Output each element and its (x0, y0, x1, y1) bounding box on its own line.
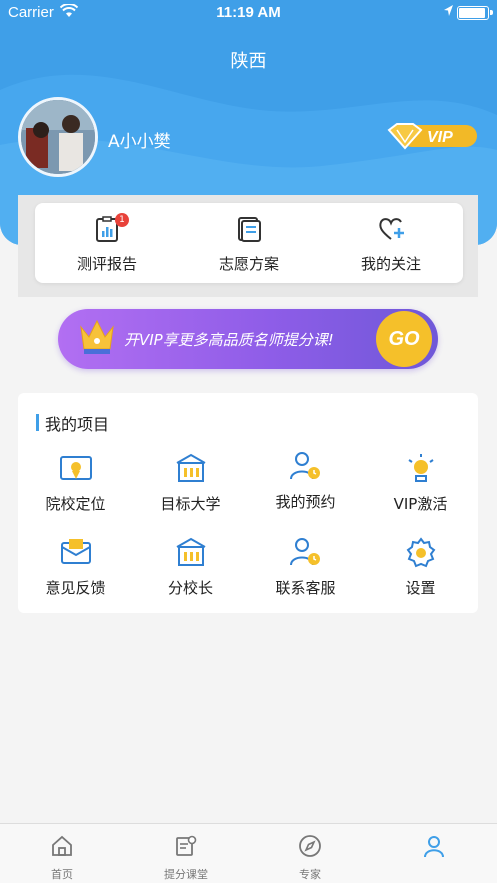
tab-experts[interactable]: 专家 (248, 824, 372, 883)
project-branch-head[interactable]: 分校长 (133, 535, 248, 615)
bottom-tab-bar: 首页 提分课堂 专家 (0, 823, 497, 883)
project-appointment[interactable]: 我的预约 (248, 449, 363, 529)
bulb-icon (408, 454, 434, 482)
project-vip-activate[interactable]: VIP激活 (363, 451, 478, 531)
project-label: 意见反馈 (45, 579, 106, 597)
profile-icon (424, 836, 444, 858)
quick-actions-card: 1 测评报告 志愿方案 我的关注 (35, 203, 463, 283)
project-label: VIP激活 (393, 495, 448, 513)
project-label: 我的预约 (275, 493, 336, 511)
go-button[interactable]: GO (376, 311, 432, 367)
tab-label: 专家 (299, 868, 321, 881)
avatar[interactable] (18, 97, 98, 177)
quick-action-label: 我的关注 (360, 255, 421, 273)
school-locate-icon (60, 456, 92, 480)
home-icon (52, 835, 72, 856)
my-projects-panel: 我的项目 院校定位 目标大学 我的预约 VIP激活 意见反馈 分校长 联系客服 … (18, 393, 478, 613)
project-label: 院校定位 (45, 495, 106, 513)
project-feedback[interactable]: 意见反馈 (18, 535, 133, 615)
classroom-icon (176, 835, 197, 856)
settings-icon (406, 537, 436, 568)
document-icon (238, 217, 261, 242)
username: A小小樊 (108, 132, 171, 152)
university-icon (176, 453, 206, 482)
quick-action-report[interactable]: 1 测评报告 (37, 203, 177, 283)
title-accent-bar (36, 414, 39, 431)
tab-home[interactable]: 首页 (0, 824, 124, 883)
vip-promo-text: 开VIP享更多高品质名师提分课! (124, 331, 334, 349)
status-bar: Carrier 11:19 AM (0, 0, 497, 24)
building-icon (176, 537, 206, 566)
crown-icon (80, 319, 114, 354)
tab-classroom[interactable]: 提分课堂 (124, 824, 248, 883)
project-school-locate[interactable]: 院校定位 (18, 451, 133, 531)
quick-action-follow[interactable]: 我的关注 (321, 203, 461, 283)
vip-badge[interactable]: VIP (387, 122, 479, 150)
quick-action-plan[interactable]: 志愿方案 (179, 203, 319, 283)
project-label: 联系客服 (275, 579, 336, 597)
tab-label: 首页 (51, 868, 73, 881)
project-customer-service[interactable]: 联系客服 (248, 535, 363, 615)
feedback-icon (61, 539, 91, 564)
quick-action-label: 测评报告 (76, 255, 137, 273)
project-label: 设置 (405, 579, 436, 597)
city-title[interactable]: 陕西 (0, 47, 497, 73)
location-arrow-icon (443, 4, 454, 21)
service-icon (290, 538, 320, 566)
tab-label: 提分课堂 (164, 868, 208, 881)
appointment-icon (290, 452, 320, 480)
report-badge: 1 (115, 213, 129, 227)
vip-promo-banner[interactable]: 开VIP享更多高品质名师提分课! GO (58, 309, 438, 369)
projects-title: 我的项目 (45, 415, 110, 434)
vip-badge-label: VIP (427, 129, 453, 146)
project-label: 目标大学 (160, 495, 221, 513)
tab-profile[interactable] (372, 824, 496, 883)
project-target-university[interactable]: 目标大学 (133, 451, 248, 531)
compass-icon (299, 835, 321, 857)
project-label: 分校长 (167, 579, 213, 597)
battery-icon (457, 6, 493, 20)
project-settings[interactable]: 设置 (363, 535, 478, 615)
clock: 11:19 AM (216, 4, 281, 21)
heart-plus-icon (379, 218, 404, 240)
quick-action-label: 志愿方案 (218, 255, 279, 273)
